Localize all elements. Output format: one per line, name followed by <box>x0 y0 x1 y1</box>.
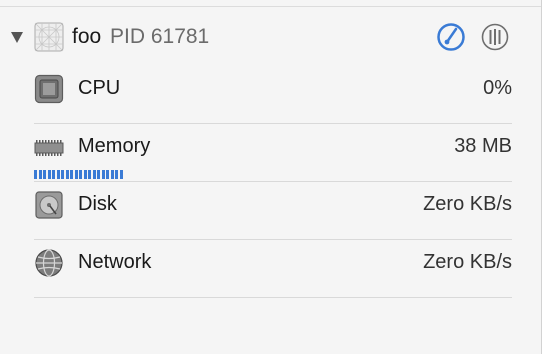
row-divider <box>34 297 512 298</box>
cpu-chip-icon <box>34 74 64 104</box>
gauge-value-network: Zero KB/s <box>423 251 512 273</box>
gauge-row-memory[interactable]: Memory 38 MB <box>0 118 542 176</box>
gauge-row-disk[interactable]: Disk Zero KB/s <box>0 176 542 234</box>
hard-disk-icon <box>35 191 63 219</box>
generic-process-icon <box>34 22 64 52</box>
debug-gauge-icon[interactable] <box>436 22 466 52</box>
gauge-value-cpu: 0% <box>483 77 512 99</box>
gauge-value-disk: Zero KB/s <box>423 193 512 215</box>
network-globe-icon <box>35 249 63 277</box>
gauge-label-disk: Disk <box>78 193 117 215</box>
gauge-label-memory: Memory <box>78 135 151 157</box>
memory-module-icon <box>34 140 64 156</box>
threads-icon[interactable] <box>480 22 510 52</box>
process-name: foo <box>72 25 102 48</box>
gauge-label-cpu: CPU <box>78 77 121 99</box>
gauge-row-cpu[interactable]: CPU 0% <box>0 60 542 118</box>
process-pid: PID 61781 <box>110 25 210 48</box>
top-divider <box>0 6 542 7</box>
gauge-label-network: Network <box>78 251 152 273</box>
process-header[interactable]: foo PID 61781 <box>0 18 542 58</box>
gauge-value-memory: 38 MB <box>454 135 512 157</box>
disclosure-triangle-icon[interactable] <box>11 32 23 43</box>
gauge-row-network[interactable]: Network Zero KB/s <box>0 234 542 292</box>
